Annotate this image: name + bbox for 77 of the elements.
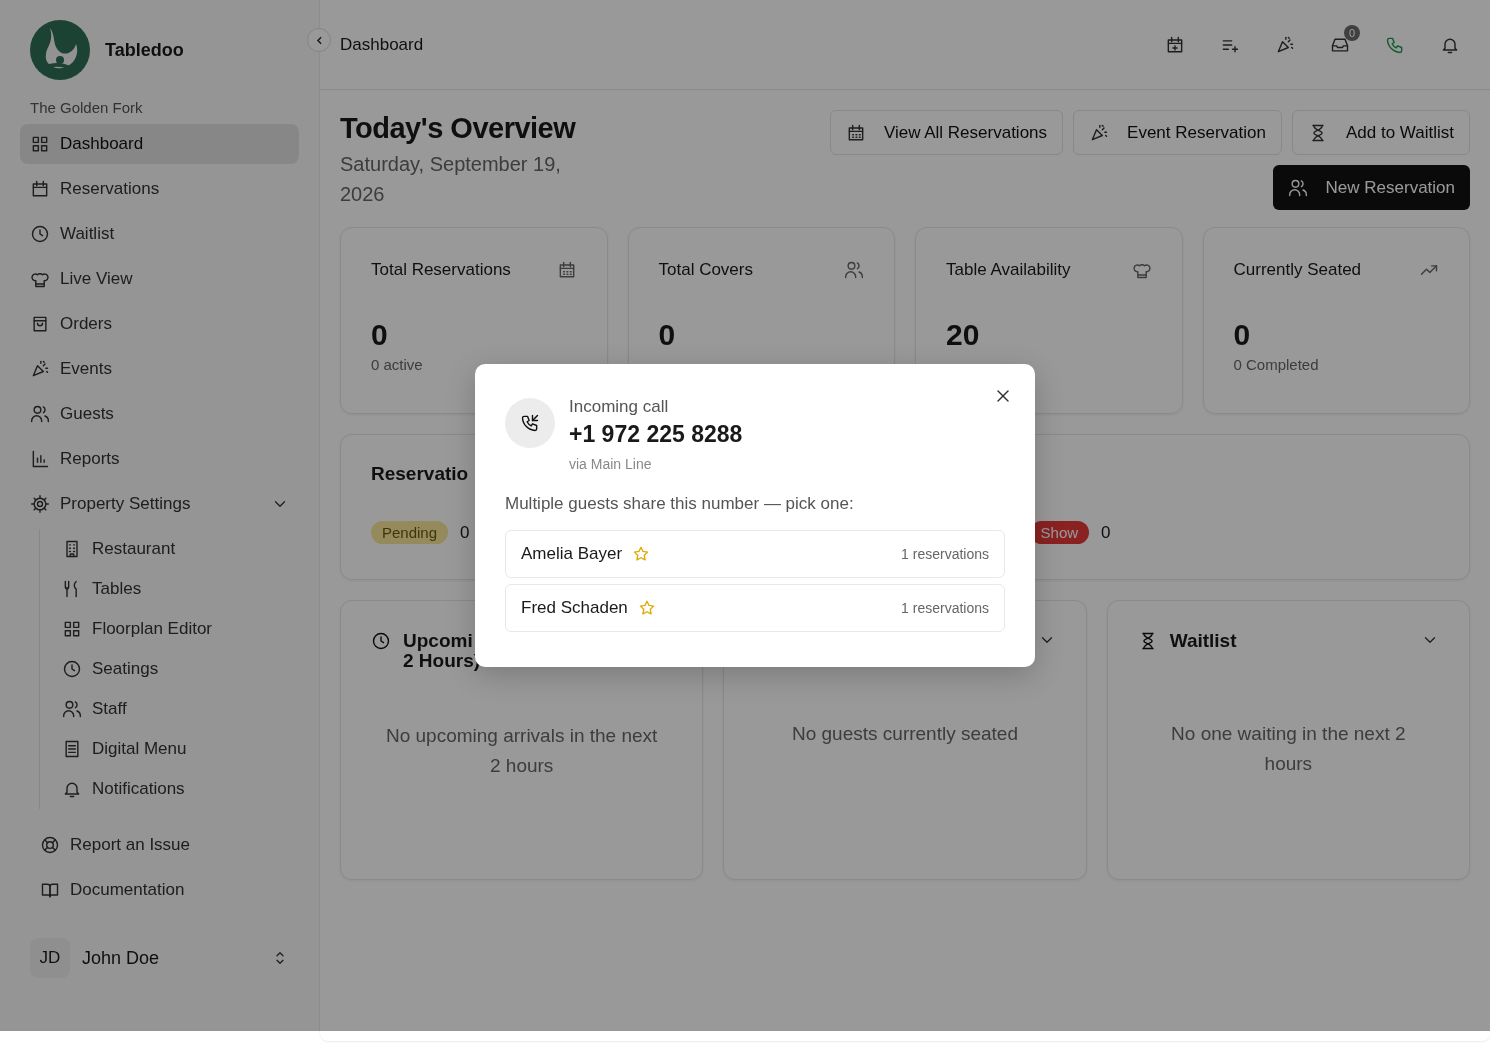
lifebuoy-icon bbox=[40, 834, 60, 855]
nav-item[interactable]: Floorplan Editor bbox=[52, 609, 299, 649]
users-icon bbox=[30, 404, 50, 424]
panel-title: Waitlist bbox=[1169, 631, 1237, 651]
clock-icon bbox=[62, 659, 82, 679]
nav-item[interactable]: Dashboard bbox=[20, 124, 299, 164]
stat-value: 0 bbox=[658, 318, 677, 352]
status-count: 0 bbox=[1101, 522, 1111, 543]
count-badge: 0 bbox=[1344, 24, 1360, 41]
nav-item[interactable]: Digital Menu bbox=[52, 729, 299, 769]
nav-item[interactable]: Reports bbox=[20, 439, 299, 479]
clock-icon bbox=[371, 631, 391, 651]
nav-link[interactable]: Report an Issue bbox=[40, 822, 299, 867]
nav-item[interactable]: Notifications bbox=[52, 769, 299, 809]
line-name: via Main Line bbox=[569, 456, 653, 472]
stat-value: 20 bbox=[946, 318, 981, 352]
party-popper-icon bbox=[30, 359, 50, 379]
empty-message: No upcoming arrivals in the next 2 hours bbox=[384, 724, 659, 778]
call-label: Incoming call bbox=[569, 397, 670, 417]
nav-item[interactable]: Waitlist bbox=[20, 214, 299, 254]
status-badge: Pending bbox=[371, 521, 449, 544]
calendar-icon bbox=[30, 179, 50, 199]
property-name: The Golden Fork bbox=[30, 99, 144, 116]
nav-item[interactable]: Live View bbox=[20, 259, 299, 299]
inbox-button[interactable]: 0 bbox=[1320, 24, 1360, 65]
collapse-sidebar-button[interactable] bbox=[307, 28, 331, 52]
brand-name: Tabledoo bbox=[105, 39, 184, 61]
document-icon bbox=[62, 739, 82, 759]
nav-item[interactable]: Guests bbox=[20, 394, 299, 434]
logo-icon bbox=[30, 20, 90, 80]
stat-note: 0 Completed bbox=[1233, 356, 1320, 373]
stat-value: 0 bbox=[1233, 318, 1252, 352]
user-avatar: JD bbox=[30, 938, 70, 978]
grid-icon bbox=[30, 134, 50, 154]
action-button[interactable]: View All Reservations bbox=[829, 110, 1064, 155]
stat-title: Currently Seated bbox=[1233, 260, 1362, 280]
nav-item[interactable]: Seatings bbox=[52, 649, 299, 689]
nav-item[interactable]: Property Settings bbox=[20, 484, 299, 524]
new-reservation-button[interactable]: New Reservation bbox=[1272, 165, 1470, 210]
users-icon bbox=[62, 699, 82, 719]
users-icon bbox=[844, 260, 864, 280]
nav-item[interactable]: Restaurant bbox=[52, 529, 299, 569]
calendar-plus-icon bbox=[1165, 34, 1185, 55]
phone-number: +1 972 225 8288 bbox=[569, 421, 743, 448]
empty-message: No one waiting in the next 2 hours bbox=[1170, 722, 1407, 776]
stat-value: 0 bbox=[371, 318, 389, 352]
stat-note: 0 active bbox=[371, 356, 424, 373]
page-heading: Today's Overview bbox=[340, 112, 577, 145]
empty-message: No guests currently seated bbox=[791, 722, 1019, 746]
clock-icon bbox=[30, 224, 50, 244]
action-button[interactable]: Event Reservation bbox=[1073, 110, 1282, 155]
prompt-text: Multiple guests share this number — pick one: bbox=[505, 494, 855, 514]
stat-title: Total Covers bbox=[658, 260, 753, 280]
user-menu[interactable]: JD John Doe bbox=[30, 936, 299, 980]
status-count: 0 bbox=[460, 522, 470, 543]
nav-item[interactable]: Staff bbox=[52, 689, 299, 729]
date-text: Saturday, September 19, 2026 bbox=[340, 152, 562, 207]
nav-item[interactable]: Reservations bbox=[20, 169, 299, 209]
page-title: Dashboard bbox=[340, 34, 424, 55]
layout-icon bbox=[62, 619, 82, 639]
guest-option[interactable]: Amelia Bayer 1 reservations bbox=[505, 530, 1005, 578]
nav-item[interactable]: Tables bbox=[52, 569, 299, 609]
bar-chart-icon bbox=[30, 449, 50, 469]
nav-item[interactable]: Orders bbox=[20, 304, 299, 344]
users-icon bbox=[1287, 177, 1308, 198]
nav-link[interactable]: Documentation bbox=[40, 867, 299, 912]
stat-title: Table Availability bbox=[946, 260, 1071, 280]
party-popper-icon bbox=[1275, 34, 1295, 55]
party-popper-icon bbox=[1089, 122, 1110, 143]
action-button[interactable]: Add to Waitlist bbox=[1291, 110, 1470, 155]
phone-incoming-icon bbox=[520, 413, 540, 433]
bag-icon bbox=[30, 314, 50, 334]
card-title: Reservatio bbox=[371, 463, 469, 484]
nav-item[interactable]: Events bbox=[20, 349, 299, 389]
settings-icon bbox=[30, 494, 50, 514]
stat-title: Total Reservations bbox=[371, 260, 511, 280]
guest-option[interactable]: Fred Schaden 1 reservations bbox=[505, 584, 1005, 632]
